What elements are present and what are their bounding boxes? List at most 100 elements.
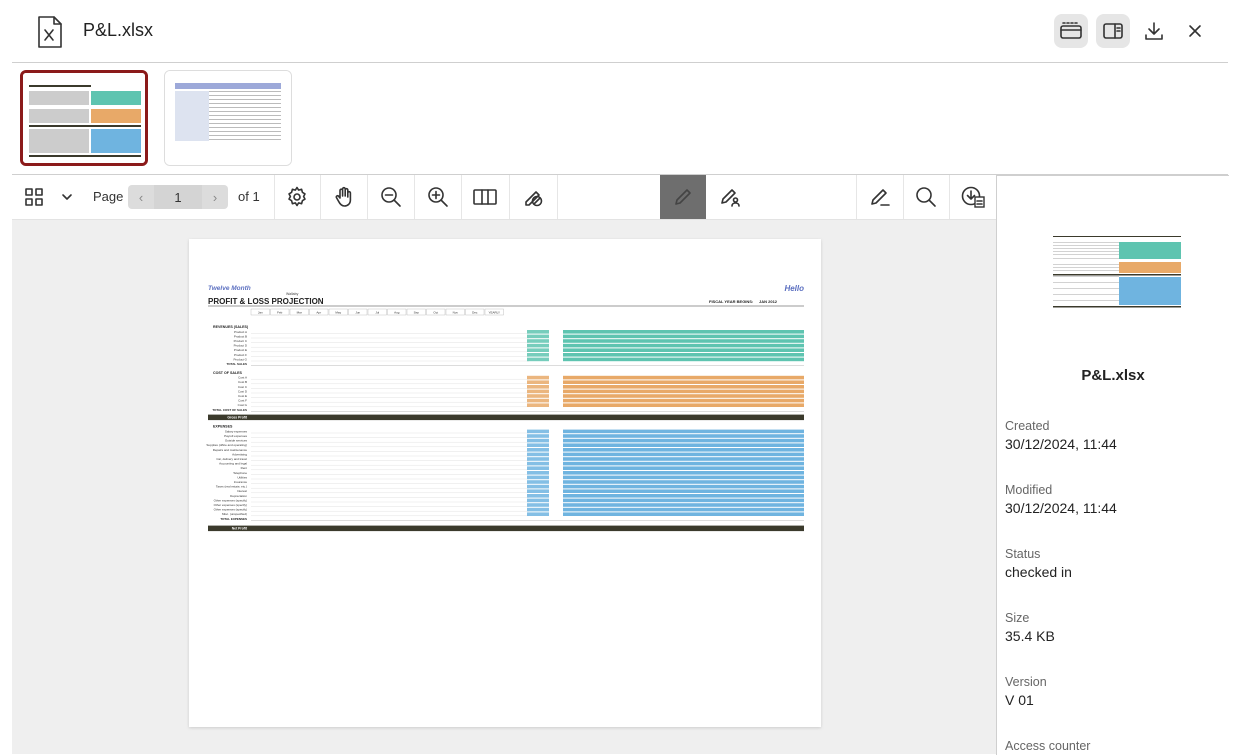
row-label: Car, delivery and travel — [216, 457, 247, 461]
percent-band — [563, 503, 804, 507]
yearly-cell — [527, 452, 549, 457]
yearly-cell — [527, 438, 549, 443]
thumbnails-view-button[interactable] — [1054, 14, 1088, 48]
total-label: TOTAL EXPENSES — [220, 517, 247, 521]
month-header: Apr — [316, 311, 321, 315]
view-menu-dropdown[interactable] — [58, 175, 76, 219]
row-label: Cost C — [238, 385, 248, 389]
zoom-in-button[interactable] — [414, 175, 462, 219]
settings-icon — [288, 186, 306, 207]
thumbnail-page-1[interactable] — [20, 70, 148, 166]
percent-band — [563, 512, 804, 516]
access-counter-label: Access counter — [1005, 739, 1091, 753]
percent-band — [563, 484, 804, 489]
month-header: Oct — [433, 311, 438, 315]
percent-band — [563, 498, 804, 503]
row-label: Other expenses (specify) — [214, 503, 247, 507]
page-number-input[interactable] — [154, 185, 202, 209]
yearly-cell — [527, 429, 549, 434]
yearly-cell — [527, 475, 549, 480]
row-label: Rent — [241, 466, 248, 470]
row-label: Repairs and maintenance — [213, 448, 248, 452]
yearly-cell — [527, 498, 549, 503]
percent-band — [563, 389, 804, 394]
zoom-out-button[interactable] — [367, 175, 415, 219]
hide-annotations-button[interactable] — [509, 175, 558, 219]
yearly-cell — [527, 507, 549, 512]
page-layout-button[interactable] — [461, 175, 510, 219]
previous-page-button[interactable]: ‹ — [128, 185, 154, 209]
created-value: 30/12/2024, 11:44 — [1005, 436, 1117, 452]
search-button[interactable] — [902, 175, 950, 219]
percent-band — [563, 489, 804, 493]
percent-band — [563, 429, 804, 434]
pan-tool-button[interactable] — [320, 175, 368, 219]
yearly-cell — [527, 339, 549, 343]
grid-view-button[interactable] — [22, 175, 46, 219]
download-button[interactable] — [1137, 14, 1171, 48]
file-preview-thumbnail — [1051, 234, 1183, 310]
percent-band — [563, 398, 804, 403]
row-label: Cost F — [238, 399, 247, 403]
thumbnail-preview — [23, 73, 145, 163]
percent-band — [563, 494, 804, 498]
zoom-out-icon — [380, 187, 401, 207]
month-header: Nov — [453, 311, 459, 315]
month-header: YEARLY — [488, 311, 500, 315]
download-pdf-button[interactable] — [949, 175, 996, 219]
percent-band — [563, 385, 804, 389]
pencil-icon — [675, 189, 691, 205]
percent-band — [563, 471, 804, 475]
next-page-button[interactable]: › — [202, 185, 228, 209]
close-icon — [1189, 25, 1201, 37]
percent-band — [563, 480, 804, 484]
panel-file-name: P&L.xlsx — [1081, 367, 1145, 384]
percent-band — [563, 403, 804, 407]
yearly-cell — [527, 461, 549, 466]
side-panel-button[interactable] — [1096, 14, 1130, 48]
zoom-in-icon — [427, 187, 448, 207]
meta-status: Status checked in — [1005, 547, 1072, 580]
meta-version: Version V 01 — [1005, 675, 1047, 708]
header-bar: P&L.xlsx — [12, 0, 1228, 63]
yearly-cell — [527, 434, 549, 438]
percent-band — [563, 380, 804, 384]
month-header: Jul — [375, 311, 379, 315]
draw-tool-button[interactable] — [660, 175, 706, 219]
yearly-cell — [527, 334, 549, 339]
total-label: TOTAL SALES — [226, 362, 247, 366]
download-pdf-icon — [961, 186, 985, 208]
row-label: Accounting and legal — [219, 462, 247, 466]
net-profit-band — [208, 525, 804, 532]
percent-band — [563, 466, 804, 470]
net-profit-label: Net Profit — [232, 527, 248, 531]
meta-access-counter: Access counter — [1005, 739, 1090, 755]
doc-brand: Hello — [784, 284, 804, 293]
sign-tool-button[interactable] — [706, 175, 754, 219]
row-label: Cost A — [238, 376, 247, 380]
yearly-cell — [527, 484, 549, 489]
percent-band — [563, 452, 804, 457]
chevron-down-icon — [62, 194, 72, 200]
yearly-cell — [527, 357, 549, 362]
document-viewer[interactable]: Twelve Month Wallaby PROFIT & LOSS PROJE… — [12, 220, 996, 754]
yearly-cell — [527, 375, 549, 380]
document-page: Twelve Month Wallaby PROFIT & LOSS PROJE… — [189, 239, 821, 727]
yearly-cell — [527, 385, 549, 389]
percent-band — [563, 375, 804, 380]
spreadsheet-render: Twelve Month Wallaby PROFIT & LOSS PROJE… — [206, 284, 804, 532]
yearly-cell — [527, 471, 549, 475]
row-label: Salary expenses — [225, 429, 248, 433]
settings-button[interactable] — [274, 175, 321, 219]
page-thumbnails-strip — [12, 62, 1228, 175]
close-button[interactable] — [1178, 14, 1212, 48]
side-panel-icon — [1103, 23, 1123, 39]
row-label: Product C — [234, 339, 248, 343]
xlsx-file-icon — [38, 16, 62, 48]
percent-band — [563, 443, 804, 447]
row-label: Taxes (real estate, etc.) — [216, 485, 247, 489]
annotate-button[interactable] — [856, 175, 904, 219]
yearly-cell — [527, 348, 549, 352]
meta-created: Created 30/12/2024, 11:44 — [1005, 419, 1117, 452]
thumbnail-page-2[interactable] — [164, 70, 292, 166]
